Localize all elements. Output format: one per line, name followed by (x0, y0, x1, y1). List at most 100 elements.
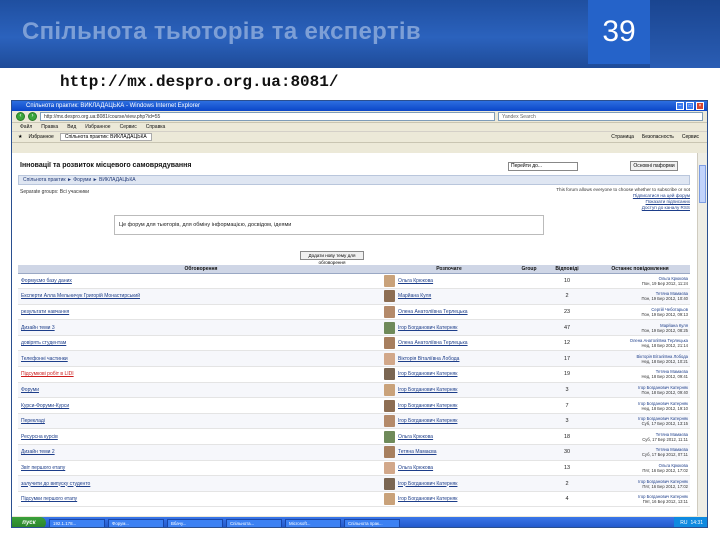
address-input[interactable]: http://mx.despro.org.ua:8081/course/view… (40, 112, 495, 121)
taskbar-item[interactable]: Спільнота прак... (344, 518, 400, 527)
table-row[interactable]: Ресурсна курсів Ольга Крюкова 18 Тетяна Мам… (18, 428, 690, 446)
discussion-title-link[interactable]: результати навчання (18, 304, 384, 321)
discussion-title-link[interactable]: залучити до випуску студенто (18, 475, 384, 492)
column-header-topic[interactable]: Обговорення (18, 265, 384, 274)
favorites-button[interactable]: Избранное (28, 134, 53, 140)
avatar[interactable] (384, 305, 395, 318)
author-name-link[interactable]: Ігор Богданович Катерняк (398, 387, 457, 393)
close-icon[interactable]: × (696, 102, 704, 110)
table-row[interactable]: Перекладі Ігор Богданович Катерняк 3 Ігор Б… (18, 413, 690, 430)
replies-count[interactable]: 47 (544, 319, 590, 336)
table-row[interactable]: Форуми Ігор Богданович Катерняк 3 Ігор Богд… (18, 382, 690, 399)
scrollbar-thumb[interactable] (699, 165, 706, 203)
command-bar-item[interactable]: Сервис (682, 134, 699, 140)
replies-count[interactable]: 19 (544, 366, 590, 383)
forward-icon[interactable]: › (28, 112, 37, 121)
author-name-link[interactable]: Ольга Крюкова (398, 278, 433, 284)
table-row[interactable]: Звіт першого етапу Ольга Крюкова 13 Ольга К… (18, 460, 690, 477)
replies-count[interactable]: 30 (544, 444, 590, 461)
author-name-link[interactable]: Ігор Богданович Катерняк (398, 418, 457, 424)
language-indicator[interactable]: RU (680, 517, 687, 527)
menu-item[interactable]: Избранное (85, 123, 110, 131)
author-name-link[interactable]: Тетяна Мамаєва (398, 449, 436, 455)
menu-item[interactable]: Файл (20, 123, 32, 131)
avatar[interactable] (384, 430, 395, 443)
menu-item[interactable]: Сервис (120, 123, 137, 131)
avatar[interactable] (384, 383, 395, 396)
taskbar-item[interactable]: Microsoft... (285, 518, 341, 527)
avatar[interactable] (384, 446, 395, 459)
replies-count[interactable]: 2 (544, 475, 590, 492)
replies-count[interactable]: 4 (544, 491, 590, 508)
author-name-link[interactable]: Ігор Богданович Катерняк (398, 481, 457, 487)
author-name-link[interactable]: Ігор Богданович Катерняк (398, 371, 457, 377)
add-discussion-button[interactable]: Додати нову тему для обговорення (300, 251, 364, 265)
taskbar-item[interactable]: Спільнота... (226, 518, 282, 527)
group-mode[interactable]: Separate groups: Всі учасники (20, 189, 89, 195)
column-header-group[interactable]: Group (514, 265, 544, 274)
table-row[interactable]: Телефонні частинки Вікторія Віталіївна Ло… (18, 350, 690, 368)
table-row[interactable]: Експерти Алла Мельничук Григорій Монасти… (18, 288, 690, 305)
taskbar-item[interactable]: Форум... (108, 518, 164, 527)
search-input[interactable]: Yandex Search (498, 112, 703, 121)
table-row[interactable]: Дизайн теми 3 Ігор Богданович Катерняк 47 М… (18, 319, 690, 336)
table-row[interactable]: довірять студентам Олена Анатоліївна Терл… (18, 335, 690, 352)
taskbar-item[interactable]: 192.1.178... (49, 518, 105, 527)
discussion-title-link[interactable]: Дизайн теми 2 (18, 444, 384, 461)
replies-count[interactable]: 17 (544, 350, 590, 368)
maximize-icon[interactable]: □ (686, 102, 694, 110)
avatar[interactable] (384, 290, 395, 303)
avatar[interactable] (384, 352, 395, 365)
last-post-date-link[interactable]: Пон, 18 Бер 2012, 09:40 (642, 390, 689, 395)
last-post-date-link[interactable]: Нед, 18 Бер 2012, 09:41 (641, 374, 688, 379)
discussion-title-link[interactable]: Перекладі (18, 413, 384, 430)
last-post-date-link[interactable]: Пон, 19 Бер 2012, 08:25 (642, 328, 689, 333)
author-name-link[interactable]: Ігор Богданович Катерняк (398, 403, 457, 409)
last-post-date-link[interactable]: Нед, 18 Бер 2012, 21:14 (641, 343, 688, 348)
table-row[interactable]: результати навчання Олена Анатоліївна Тер… (18, 304, 690, 321)
minimize-icon[interactable]: – (676, 102, 684, 110)
discussion-title-link[interactable]: Підсумки першого етапу (18, 491, 384, 508)
column-header-replies[interactable]: Відповіді (544, 265, 590, 274)
command-bar-item[interactable]: Безопасность (642, 134, 674, 140)
replies-count[interactable]: 7 (544, 397, 590, 414)
avatar[interactable] (384, 321, 395, 334)
replies-count[interactable]: 18 (544, 428, 590, 446)
menu-item[interactable]: Справка (146, 123, 166, 131)
last-post-date-link[interactable]: Нед, 18 Бер 2012, 10:21 (641, 359, 688, 364)
avatar[interactable] (384, 415, 395, 428)
replies-count[interactable]: 12 (544, 335, 590, 352)
last-post-date-link[interactable]: Суб, 17 Бер 2012, 13:15 (642, 421, 688, 426)
author-name-link[interactable]: Олена Анатоліївна Терлецька (398, 340, 468, 346)
last-post-date-link[interactable]: Пят, 16 Бер 2012, 17:02 (642, 484, 688, 489)
menu-item[interactable]: Вид (67, 123, 76, 131)
breadcrumb[interactable]: Спільнота практик ► Форуми ► ВИКЛАДАЦЬКА (18, 175, 690, 185)
avatar[interactable] (384, 493, 395, 506)
author-name-link[interactable]: Ігор Богданович Катерняк (398, 325, 457, 331)
replies-count[interactable]: 2 (544, 288, 590, 305)
avatar[interactable] (384, 337, 395, 350)
table-row[interactable]: Підсумкові робіт в LIDI Ігор Богданович К… (18, 366, 690, 383)
author-name-link[interactable]: Ольга Крюкова (398, 465, 433, 471)
author-name-link[interactable]: Ольга Крюкова (398, 434, 433, 440)
table-row[interactable]: Курси-Форуми-Курси Ігор Богданович Катерн… (18, 397, 690, 414)
author-name-link[interactable]: Вікторія Віталіївна Лобода (398, 356, 459, 362)
discussion-title-link[interactable]: Форуми (18, 382, 384, 399)
table-row[interactable]: Підсумки першого етапу Ігор Богданович Ка… (18, 491, 690, 508)
scrollbar[interactable] (697, 153, 707, 516)
avatar[interactable] (384, 399, 395, 412)
replies-count[interactable]: 23 (544, 304, 590, 321)
discussion-title-link[interactable]: Звіт першого етапу (18, 460, 384, 477)
avatar[interactable] (384, 368, 395, 381)
column-header-author[interactable]: Розпочате (384, 265, 514, 274)
last-post-date-link[interactable]: Суб, 17 Бер 2012, 11:11 (642, 437, 688, 442)
avatar[interactable] (384, 274, 395, 287)
replies-count[interactable]: 3 (544, 382, 590, 399)
last-post-date-link[interactable]: Суб, 17 Бер 2012, 07:11 (642, 452, 688, 457)
author-name-link[interactable]: Ігор Богданович Катерняк (398, 496, 457, 502)
star-icon[interactable]: ★ (18, 134, 22, 140)
last-post-date-link[interactable]: Пят, 16 Бер 2012, 13:11 (643, 499, 688, 504)
author-name-link[interactable]: Олена Анатоліївна Терлецька (398, 309, 468, 315)
avatar[interactable] (384, 477, 395, 490)
jump-to-select[interactable]: Перейти до... (508, 162, 578, 171)
